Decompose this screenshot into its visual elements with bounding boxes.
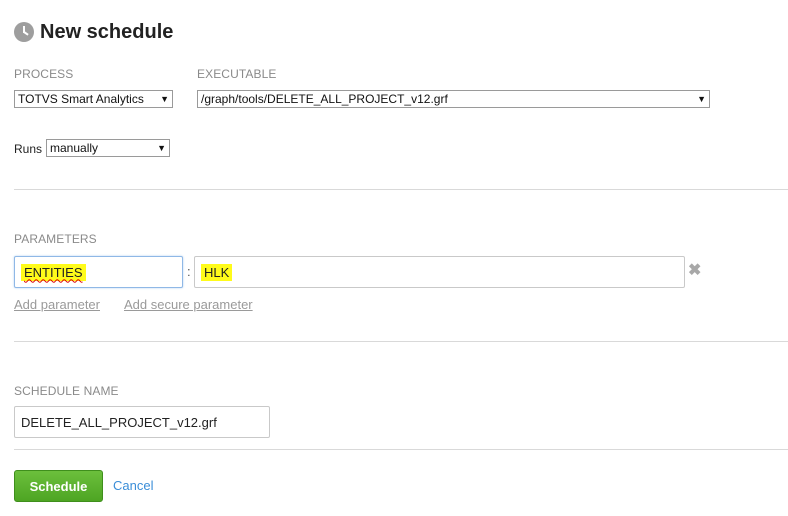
runs-select[interactable]: manually ▼ xyxy=(46,139,170,157)
add-parameter-link[interactable]: Add parameter xyxy=(14,297,100,312)
process-label: PROCESS xyxy=(14,67,74,81)
chevron-down-icon: ▼ xyxy=(160,94,169,104)
schedule-name-input[interactable]: DELETE_ALL_PROJECT_v12.grf xyxy=(14,406,270,438)
schedule-name-value: DELETE_ALL_PROJECT_v12.grf xyxy=(21,414,217,430)
divider xyxy=(14,189,788,190)
executable-label: EXECUTABLE xyxy=(197,67,277,81)
add-secure-parameter-link[interactable]: Add secure parameter xyxy=(124,297,253,312)
page-header: New schedule xyxy=(14,18,173,46)
clock-icon xyxy=(14,22,34,42)
divider xyxy=(14,449,788,450)
remove-parameter-icon[interactable]: ✖ xyxy=(688,260,701,280)
parameters-label: PARAMETERS xyxy=(14,232,97,246)
parameter-key-input[interactable]: ENTITIES xyxy=(14,256,183,288)
chevron-down-icon: ▼ xyxy=(697,94,706,104)
parameter-separator: : xyxy=(187,264,191,279)
executable-selected-value: /graph/tools/DELETE_ALL_PROJECT_v12.grf xyxy=(201,92,448,106)
chevron-down-icon: ▼ xyxy=(157,143,166,153)
schedule-button[interactable]: Schedule xyxy=(14,470,103,502)
page-title: New schedule xyxy=(40,20,174,43)
parameter-key-text: ENTITIES xyxy=(21,263,86,281)
process-selected-value: TOTVS Smart Analytics xyxy=(18,92,144,106)
runs-label: Runs xyxy=(14,142,43,156)
process-select[interactable]: TOTVS Smart Analytics ▼ xyxy=(14,90,173,108)
runs-selected-value: manually xyxy=(50,141,99,155)
parameter-value-input[interactable]: HLK xyxy=(194,256,685,288)
executable-select[interactable]: /graph/tools/DELETE_ALL_PROJECT_v12.grf … xyxy=(197,90,710,108)
parameter-value-text: HLK xyxy=(201,263,233,281)
schedule-name-label: SCHEDULE NAME xyxy=(14,384,119,398)
divider xyxy=(14,341,788,342)
cancel-link[interactable]: Cancel xyxy=(113,478,153,493)
